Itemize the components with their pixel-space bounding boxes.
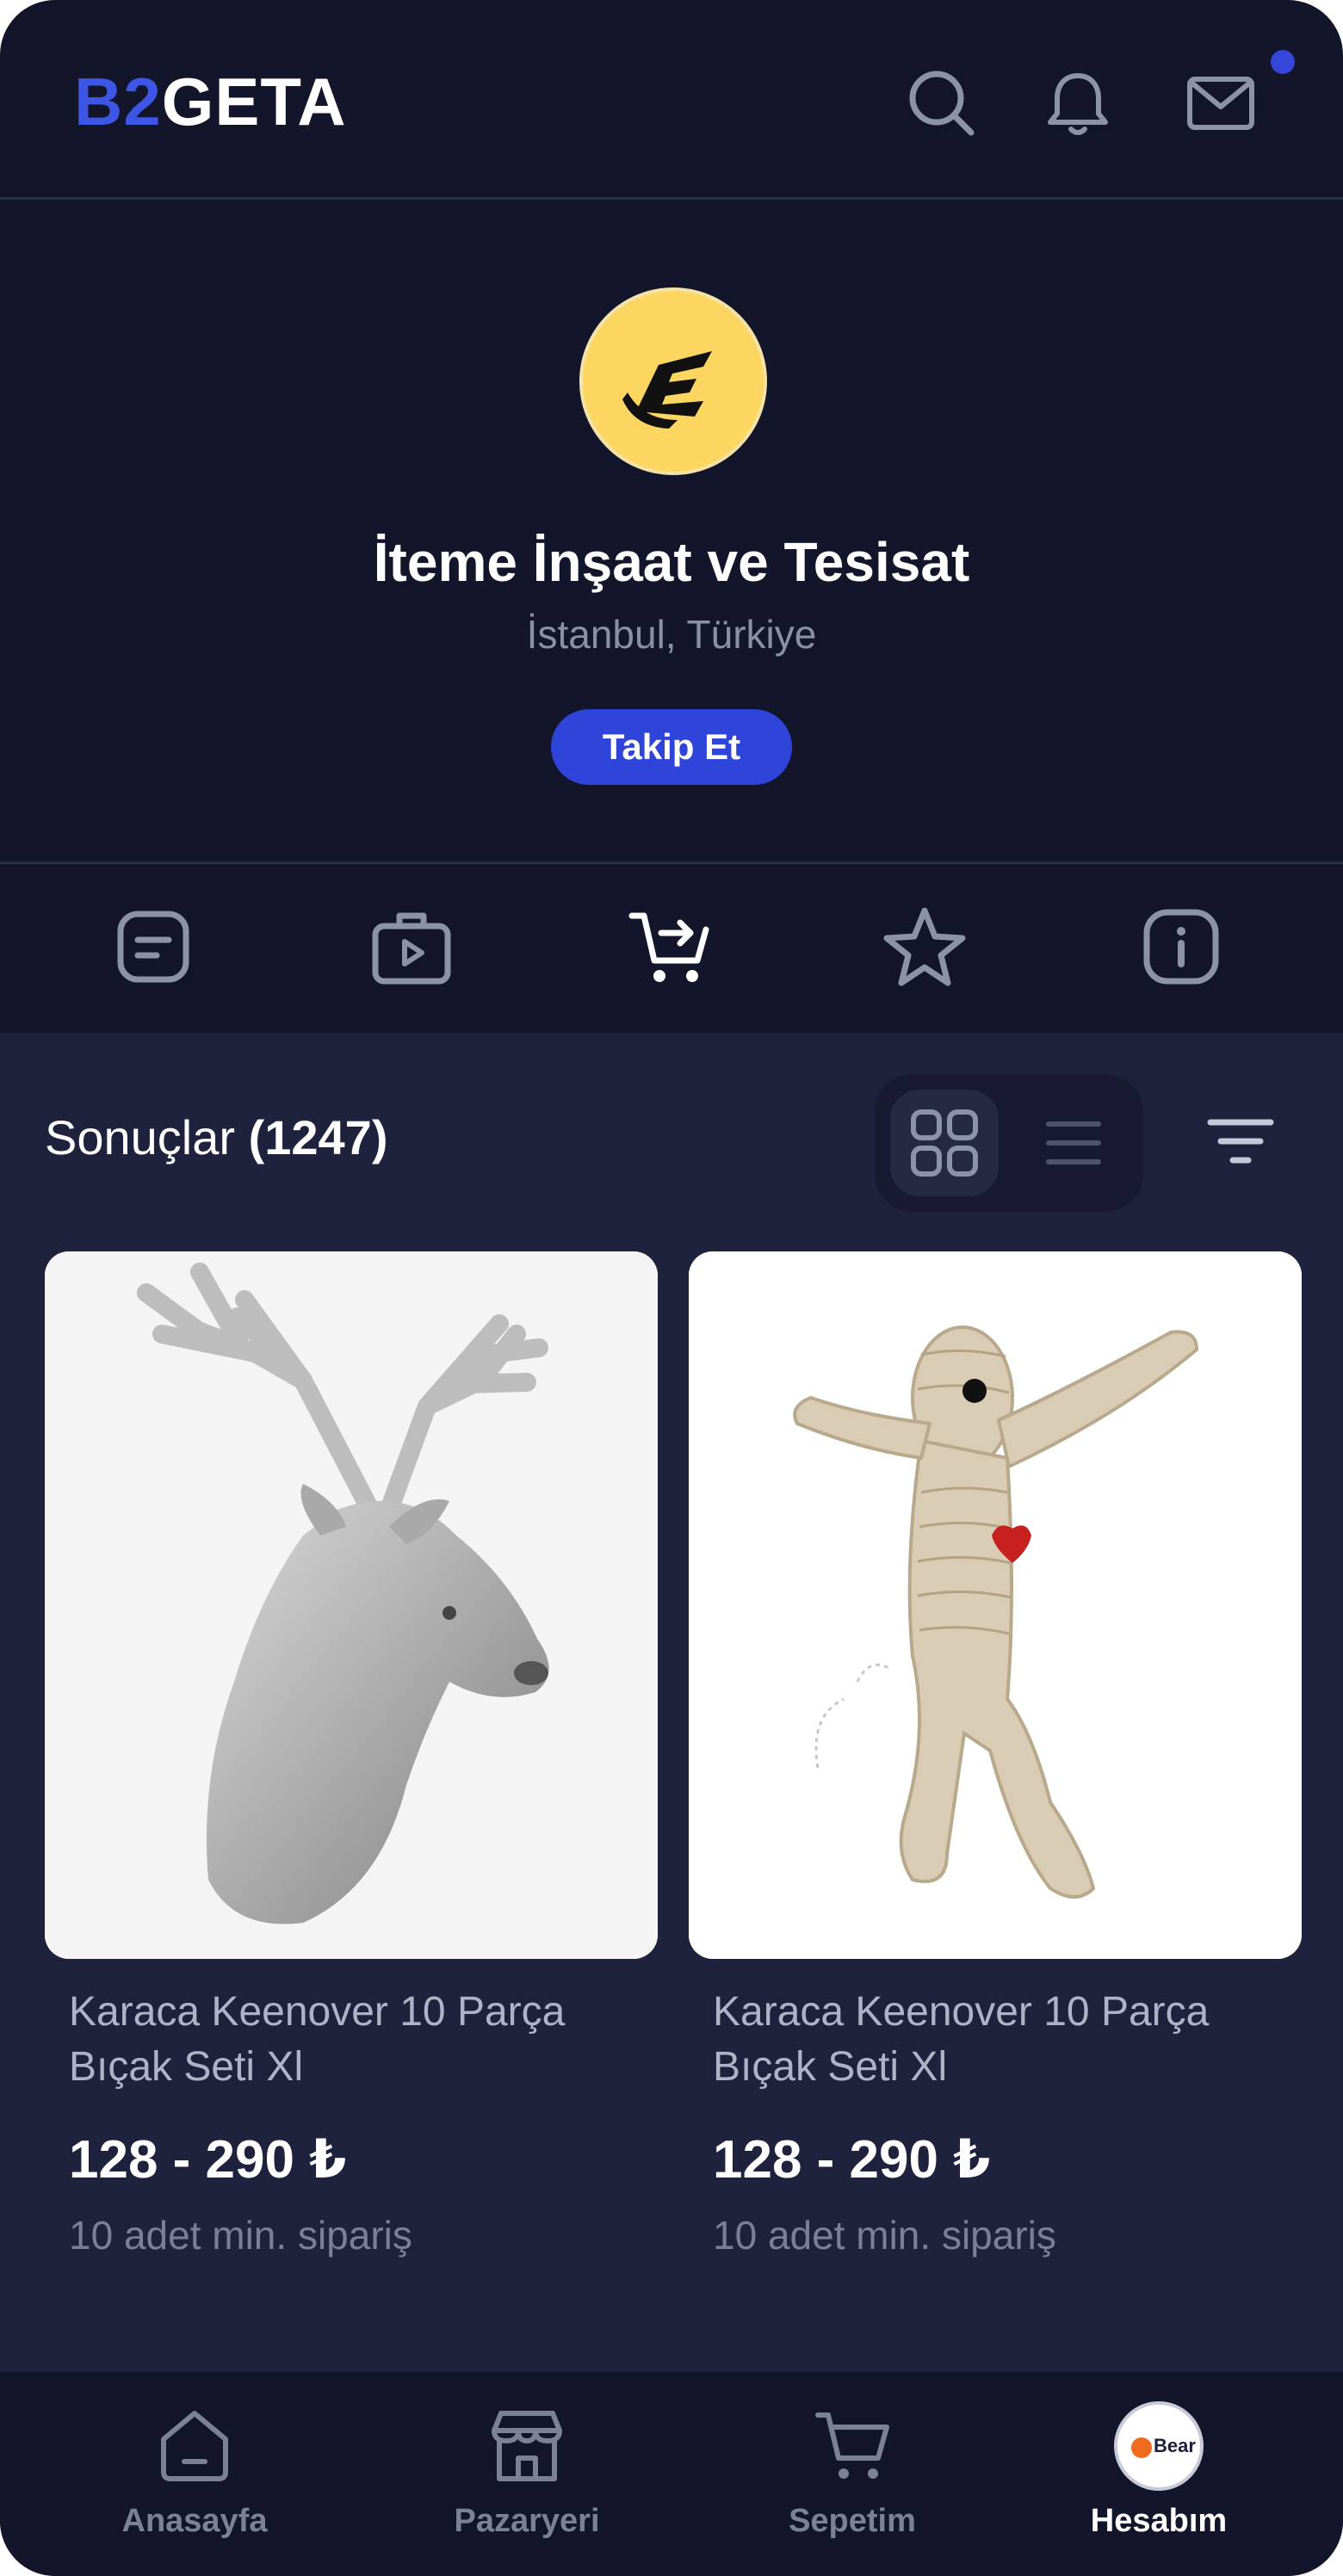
brand-logo[interactable]: B2GETA bbox=[74, 67, 347, 136]
logo-geta: GETA bbox=[161, 64, 347, 139]
product-title-line1: Karaca Keenover 10 Parça bbox=[69, 1989, 566, 2035]
product-price: 128 - 290 ₺ bbox=[713, 2130, 991, 2190]
product-min-order: 10 adet min. sipariş bbox=[69, 2213, 412, 2258]
grid-icon bbox=[911, 1109, 978, 1177]
nav-account[interactable]: Bear Hesabım bbox=[1030, 2372, 1288, 2576]
product-image-rope-doll[interactable] bbox=[689, 1251, 1302, 1959]
mail-icon[interactable] bbox=[1185, 67, 1257, 139]
home-icon bbox=[161, 2411, 228, 2481]
logo-b2: B2 bbox=[74, 64, 162, 139]
list-icon bbox=[1046, 1121, 1101, 1164]
info-icon[interactable] bbox=[1138, 904, 1224, 990]
store-name: İteme İnşaat ve Tesisat bbox=[373, 531, 970, 593]
bell-icon[interactable] bbox=[1042, 67, 1114, 139]
cart-icon bbox=[815, 2412, 889, 2479]
app-screen: B2GETA İteme İnşaat ve Tesisat İstanbul,… bbox=[0, 0, 1343, 2576]
bear-logo-icon bbox=[1131, 2437, 1152, 2458]
results-count: (1247) bbox=[248, 1110, 388, 1164]
account-avatar: Bear bbox=[1114, 2401, 1204, 2491]
follow-button[interactable]: Takip Et bbox=[551, 709, 792, 785]
product-price: 128 - 290 ₺ bbox=[69, 2130, 347, 2190]
view-toggle bbox=[875, 1074, 1143, 1212]
store-profile: İteme İnşaat ve Tesisat İstanbul, Türkiy… bbox=[0, 200, 1343, 864]
store-tabs bbox=[0, 864, 1343, 1033]
grid-view-button[interactable] bbox=[890, 1090, 999, 1196]
nav-account-label: Hesabım bbox=[1090, 2503, 1228, 2539]
nav-cart-label: Sepetim bbox=[789, 2503, 916, 2539]
nav-home[interactable]: Anasayfa bbox=[65, 2372, 324, 2576]
product-title-line2: Bıçak Seti Xl bbox=[69, 2044, 304, 2090]
product-title-line2: Bıçak Seti Xl bbox=[713, 2044, 948, 2090]
results-label: Sonuçlar bbox=[45, 1110, 236, 1164]
video-case-icon[interactable] bbox=[368, 904, 455, 990]
product-image-deer-head[interactable] bbox=[45, 1251, 658, 1959]
list-view-button[interactable] bbox=[1019, 1090, 1128, 1196]
nav-cart[interactable]: Sepetim bbox=[723, 2372, 981, 2576]
nav-marketplace[interactable]: Pazaryeri bbox=[398, 2372, 656, 2576]
store-icon bbox=[492, 2411, 562, 2481]
product-min-order: 10 adet min. sipariş bbox=[713, 2213, 1056, 2258]
store-location: İstanbul, Türkiye bbox=[526, 612, 817, 657]
results-heading: Sonuçlar (1247) bbox=[45, 1110, 387, 1165]
notification-dot bbox=[1271, 50, 1295, 74]
store-avatar bbox=[579, 287, 767, 475]
bottom-navigation: Anasayfa Pazaryeri Sepetim Bear Hesabım bbox=[0, 2372, 1343, 2576]
rope-doll-image bbox=[689, 1251, 1302, 1959]
product-title[interactable]: Karaca Keenover 10 Parça Bıçak Seti Xl bbox=[713, 1985, 1298, 2095]
product-title[interactable]: Karaca Keenover 10 Parça Bıçak Seti Xl bbox=[69, 1985, 654, 2095]
product-title-line1: Karaca Keenover 10 Parça bbox=[713, 1989, 1210, 2035]
posts-icon[interactable] bbox=[110, 904, 196, 990]
results-section: Sonuçlar (1247) Karaca Keenover 10 Parça… bbox=[0, 1033, 1343, 2372]
deer-head-image bbox=[45, 1251, 658, 1959]
star-icon[interactable] bbox=[882, 904, 968, 990]
add-to-cart-icon[interactable] bbox=[627, 904, 713, 990]
search-icon[interactable] bbox=[906, 67, 978, 139]
nav-home-label: Anasayfa bbox=[121, 2503, 268, 2539]
top-bar: B2GETA bbox=[0, 0, 1343, 200]
avatar-text: Bear bbox=[1154, 2435, 1196, 2456]
nav-marketplace-label: Pazaryeri bbox=[454, 2503, 600, 2539]
store-logo-icon bbox=[622, 351, 712, 429]
filter-icon[interactable] bbox=[1202, 1103, 1279, 1181]
